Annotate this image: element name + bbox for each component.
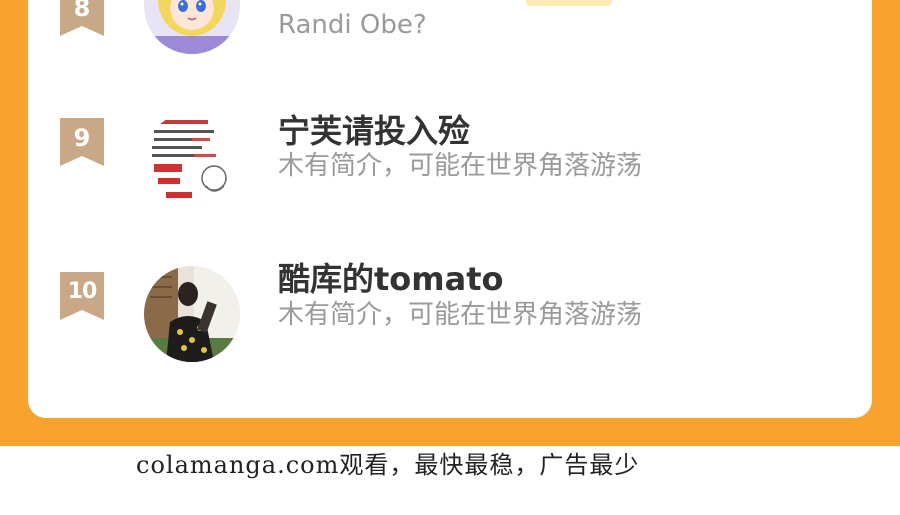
user-description: 木有简介，可能在世界角落游荡 — [278, 151, 643, 181]
user-avatar[interactable] — [144, 112, 240, 208]
ranking-card: 8 Randi Obe? 9 宁芙请投入殓 木有简介，可能在世界角落游荡 10 … — [28, 0, 872, 418]
user-avatar[interactable] — [144, 0, 240, 54]
rank-number: 9 — [73, 124, 91, 152]
user-avatar[interactable] — [144, 266, 240, 362]
vip-tag — [526, 0, 612, 6]
ranking-row-9[interactable]: 9 宁芙请投入殓 木有简介，可能在世界角落游荡 — [28, 110, 872, 230]
ranking-row-8[interactable]: 8 Randi Obe? — [28, 0, 872, 100]
rank-number: 8 — [73, 0, 91, 22]
user-description: Randi Obe? — [278, 10, 427, 40]
site-watermark: colamanga.com观看，最快最稳，广告最少 — [136, 451, 640, 479]
user-description: 木有简介，可能在世界角落游荡 — [278, 300, 643, 330]
rank-badge: 8 — [60, 0, 104, 36]
ranking-row-10[interactable]: 10 酷库的tomato 木有简介，可能在世界角落游荡 — [28, 260, 872, 384]
rank-number: 10 — [67, 279, 98, 304]
rank-badge: 9 — [60, 118, 104, 166]
rank-badge: 10 — [60, 272, 104, 320]
